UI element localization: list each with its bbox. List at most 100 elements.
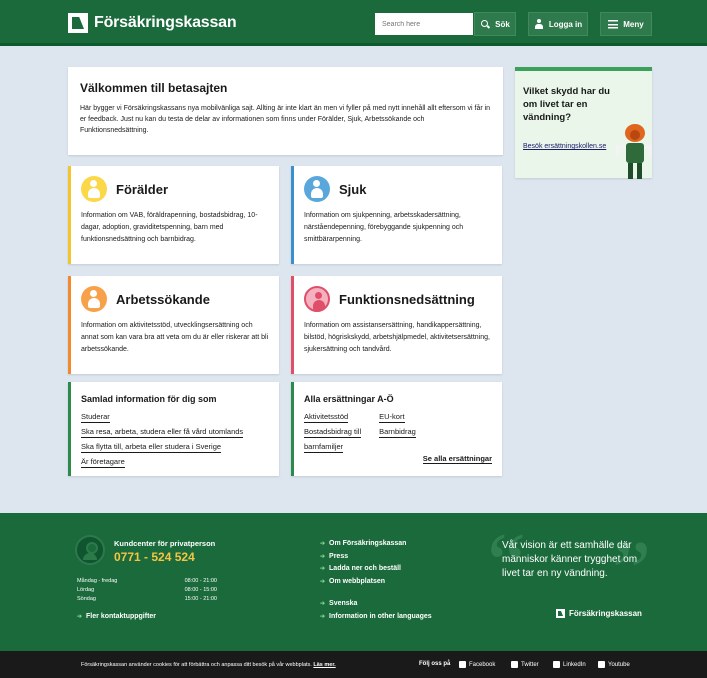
social-label: Youtube [608, 661, 630, 668]
menu-button[interactable]: Meny [600, 12, 652, 36]
footer-logo[interactable]: Försäkringskassan [556, 609, 642, 618]
search-button[interactable]: Sök [474, 12, 516, 36]
twitter-icon [511, 661, 518, 668]
arrow-icon: ➔ [320, 613, 326, 620]
job-seeker-icon [81, 286, 107, 312]
social-linkedin[interactable]: LinkedIn [553, 661, 586, 668]
category-text: Information om sjukpenning, arbetsskader… [304, 212, 464, 243]
alla-link-eu-kort[interactable]: EU-kort [379, 412, 405, 423]
search-button-label: Sök [495, 19, 510, 29]
opening-hours: Måndag - fredag 08:00 - 21:00 Lördag 08:00… [77, 577, 217, 604]
social-label: Twitter [521, 661, 539, 668]
alla-title: Alla ersättningar A-Ö [304, 394, 394, 404]
promo-link[interactable]: Besök ersättningskollen.se [523, 141, 606, 152]
logo-mark-icon [556, 609, 565, 618]
footer-link-label: Ladda ner och beställ [329, 565, 401, 572]
hours-row: Måndag - fredag 08:00 - 21:00 [77, 577, 217, 586]
see-all-link[interactable]: Se alla ersättningar [422, 454, 492, 464]
cookie-bar: Försäkringskassan använder cookies för a… [0, 651, 707, 678]
arrow-icon: ➔ [320, 541, 326, 547]
category-card-arbetssokande[interactable]: Arbetssökande Information om aktivitetss… [68, 276, 279, 374]
hamburger-icon [608, 19, 619, 29]
footer-logo-text: Försäkringskassan [569, 609, 642, 618]
site-footer: Kundcenter för privatperson 0771 - 524 5… [0, 513, 707, 651]
vision-text: Vår vision är ett samhälle där människor… [502, 540, 638, 579]
social-twitter[interactable]: Twitter [511, 661, 539, 668]
arrow-icon: ➔ [320, 578, 326, 585]
social-label: LinkedIn [563, 661, 586, 668]
footer-link-label: Om webbplatsen [329, 577, 386, 585]
logo-mark-icon [68, 13, 88, 33]
samlad-link-foretagare[interactable]: Är företagare [81, 457, 125, 468]
social-facebook[interactable]: Facebook [459, 661, 495, 668]
footer-link[interactable]: ➔ Press [320, 551, 406, 564]
hours-row: Lördag 08:00 - 15:00 [77, 586, 217, 595]
hours-time: 15:00 - 21:00 [184, 596, 217, 602]
linkedin-icon [553, 661, 560, 668]
hours-row: Söndag 15:00 - 21:00 [77, 595, 217, 604]
category-title[interactable]: Funktionsnedsättning [339, 292, 475, 307]
category-title[interactable]: Sjuk [339, 182, 366, 197]
customer-service-icon [75, 535, 105, 565]
arrow-icon: ➔ [320, 601, 326, 607]
alla-link-aktivitetsstod[interactable]: Aktivitetsstöd [304, 412, 349, 423]
category-card-funktionsnedsattning[interactable]: Funktionsnedsättning Information om assi… [291, 276, 502, 374]
category-text: Information om VAB, föräldrapenning, bos… [81, 212, 258, 243]
footer-link[interactable]: ➔ Ladda ner och beställ [320, 563, 406, 576]
hours-day: Söndag [77, 596, 96, 602]
mascot-illustration-icon [616, 124, 652, 179]
category-card-sjuk[interactable]: Sjuk Information om sjukpenning, arbetss… [291, 166, 502, 264]
footer-link-label: Press [329, 552, 349, 560]
search-input[interactable] [375, 13, 473, 35]
welcome-card: Välkommen till betasajten Här bygger vi … [68, 67, 503, 155]
footer-link[interactable]: ➔ Svenska [320, 598, 432, 611]
footer-link[interactable]: ➔ Information in other languages [320, 611, 432, 624]
samlad-link-studerar[interactable]: Studerar [81, 412, 110, 423]
samlad-title: Samlad information för dig som [81, 394, 217, 404]
footer-link[interactable]: ➔ Om webbplatsen [320, 576, 406, 589]
arrow-icon: ➔ [77, 614, 83, 620]
promo-title: Vilket skydd har du om livet tar en vänd… [523, 86, 610, 123]
samlad-link-utomlands[interactable]: Ska resa, arbeta, studera eller få vård … [81, 427, 244, 438]
footer-link-label: Svenska [329, 600, 358, 607]
site-logo[interactable]: Försäkringskassan [68, 13, 237, 33]
welcome-title: Välkommen till betasajten [80, 81, 228, 95]
wheelchair-icon [304, 286, 330, 312]
login-button[interactable]: Logga in [528, 12, 588, 36]
user-icon [534, 19, 544, 29]
samlad-info-card: Samlad information för dig som Studerar … [68, 382, 279, 476]
facebook-icon [459, 661, 466, 668]
parent-icon [81, 176, 107, 202]
follow-label: Följ oss på [419, 661, 451, 667]
alla-link-barnbidrag[interactable]: Barnbidrag [379, 427, 416, 438]
hours-time: 08:00 - 21:00 [184, 578, 217, 584]
sick-icon [304, 176, 330, 202]
footer-links-about: ➔ Om Försäkringskassan ➔ Press ➔ Ladda ner … [320, 538, 406, 588]
alla-link-barnfamiljer[interactable]: barnfamiljer [304, 442, 344, 453]
category-title[interactable]: Arbetssökande [116, 292, 210, 307]
more-contact-label: Fler kontaktuppgifter [86, 613, 157, 620]
welcome-text: Här bygger vi Försäkringskassans nya mob… [80, 105, 491, 134]
cookie-read-more-link[interactable]: Läs mer. [313, 662, 335, 668]
login-button-label: Logga in [548, 19, 583, 29]
alla-col-1: Aktivitetsstöd Bostadsbidrag till barnfa… [304, 412, 362, 457]
alla-link-bostadsbidrag[interactable]: Bostadsbidrag till [304, 427, 362, 438]
logo-text: Försäkringskassan [94, 14, 237, 31]
promo-card: Vilket skydd har du om livet tar en vänd… [515, 67, 652, 179]
footer-link[interactable]: ➔ Om Försäkringskassan [320, 538, 406, 551]
category-card-foralder[interactable]: Förälder Information om VAB, föräldrapen… [68, 166, 279, 264]
category-text: Information om assistansersättning, hand… [304, 322, 490, 353]
social-label: Facebook [469, 661, 496, 668]
search-icon [480, 19, 490, 29]
samlad-link-sverige[interactable]: Ska flytta till, arbeta eller studera i … [81, 442, 222, 453]
category-text: Information om aktivitetsstöd, utvecklin… [81, 322, 269, 353]
category-title[interactable]: Förälder [116, 182, 168, 197]
cookie-text: Försäkringskassan använder cookies för a… [81, 662, 312, 668]
alla-col-2: EU-kort Barnbidrag [379, 412, 416, 457]
hours-day: Lördag [77, 587, 95, 593]
social-youtube[interactable]: Youtube [598, 661, 630, 668]
youtube-icon [598, 661, 605, 668]
more-contact-link[interactable]: ➔ Fler kontaktuppgifter [77, 613, 156, 620]
kundcenter-phone[interactable]: 0771 - 524 524 [114, 550, 195, 564]
hours-day: Måndag - fredag [77, 578, 118, 584]
